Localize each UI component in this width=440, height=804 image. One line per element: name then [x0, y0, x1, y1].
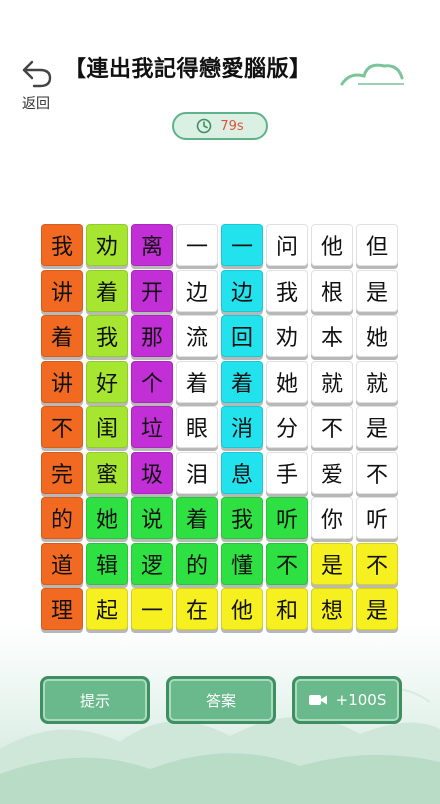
- timer-badge: 79s: [172, 112, 268, 140]
- grid-cell[interactable]: 道: [41, 542, 83, 585]
- grid-cell[interactable]: 起: [86, 588, 128, 630]
- grid-cell[interactable]: 劝: [86, 224, 128, 266]
- grid-cell[interactable]: 是: [356, 269, 398, 312]
- grid-cell[interactable]: 讲: [41, 269, 83, 312]
- grid-cell[interactable]: 她: [266, 360, 308, 403]
- grid-cell[interactable]: 手: [266, 451, 308, 494]
- timer-value: 79s: [220, 118, 244, 134]
- grid-cell[interactable]: 蜜: [86, 451, 128, 494]
- grid-cell[interactable]: 不: [356, 451, 398, 494]
- back-label: 返回: [22, 96, 50, 112]
- grid-cell[interactable]: 不: [266, 542, 308, 585]
- grid-cell[interactable]: 一: [131, 588, 173, 630]
- grid-cell[interactable]: 着: [176, 497, 218, 539]
- grid-cell[interactable]: 我: [41, 224, 83, 266]
- grid-cell[interactable]: 的: [176, 542, 218, 585]
- grid-cell[interactable]: 理: [41, 588, 83, 630]
- grid-cell[interactable]: 他: [221, 588, 263, 630]
- grid-cell[interactable]: 本: [311, 315, 353, 357]
- grid-cell[interactable]: 息: [221, 451, 263, 494]
- grid-cell[interactable]: 着: [221, 360, 263, 403]
- grid-cell[interactable]: 问: [266, 224, 308, 266]
- grid-cell[interactable]: 着: [86, 269, 128, 312]
- grid-cell[interactable]: 逻: [131, 542, 173, 585]
- page-title: 【連出我記得戀愛腦版】: [64, 57, 312, 82]
- answer-button[interactable]: 答案: [166, 676, 276, 724]
- grid-cell[interactable]: 她: [86, 497, 128, 539]
- grid-cell[interactable]: 不: [311, 406, 353, 448]
- grid-cell[interactable]: 我: [221, 497, 263, 539]
- grid-cell[interactable]: 一: [176, 224, 218, 266]
- answer-label: 答案: [205, 691, 236, 710]
- grid-cell[interactable]: 个: [131, 360, 173, 403]
- grid-cell[interactable]: 垃: [131, 406, 173, 448]
- grid-cell[interactable]: 听: [266, 497, 308, 539]
- grid-cell[interactable]: 我: [86, 315, 128, 357]
- clock-icon: [197, 118, 212, 134]
- grid-cell[interactable]: 一: [221, 224, 263, 266]
- grid-cell[interactable]: 说: [131, 497, 173, 539]
- grid-cell[interactable]: 爱: [311, 451, 353, 494]
- grid-cell[interactable]: 开: [131, 269, 173, 312]
- grid-cell[interactable]: 不: [41, 406, 83, 448]
- grid-cell[interactable]: 劝: [266, 315, 308, 357]
- word-grid: 我劝离一一问他但讲着开边边我根是着我那流回劝本她讲好个着着她就就不闺垃眼消分不是…: [41, 224, 398, 636]
- grid-cell[interactable]: 眼: [176, 406, 218, 448]
- grid-cell[interactable]: 圾: [131, 451, 173, 494]
- mountain-landscape: [0, 688, 440, 804]
- grid-cell[interactable]: 我: [266, 269, 308, 312]
- grid-cell[interactable]: 就: [311, 360, 353, 403]
- grid-cell[interactable]: 辑: [86, 542, 128, 585]
- grid-cell[interactable]: 但: [356, 224, 398, 266]
- video-bonus-button[interactable]: +100S: [292, 676, 402, 724]
- back-arrow-icon: [22, 60, 52, 88]
- grid-cell[interactable]: 边: [221, 269, 263, 312]
- cloud-decoration: [340, 63, 404, 86]
- grid-cell[interactable]: 的: [41, 497, 83, 539]
- grid-cell[interactable]: 想: [311, 588, 353, 630]
- hint-button[interactable]: 提示: [40, 676, 150, 724]
- grid-cell[interactable]: 根: [311, 269, 353, 312]
- grid-cell[interactable]: 闺: [86, 406, 128, 448]
- grid-cell[interactable]: 是: [356, 406, 398, 448]
- grid-cell[interactable]: 着: [176, 360, 218, 403]
- grid-cell[interactable]: 在: [176, 588, 218, 630]
- grid-cell[interactable]: 是: [311, 542, 353, 585]
- grid-cell[interactable]: 边: [176, 269, 218, 312]
- grid-cell[interactable]: 回: [221, 315, 263, 357]
- grid-cell[interactable]: 泪: [176, 451, 218, 494]
- grid-cell[interactable]: 离: [131, 224, 173, 266]
- grid-cell[interactable]: 分: [266, 406, 308, 448]
- grid-cell[interactable]: 好: [86, 360, 128, 403]
- grid-cell[interactable]: 不: [356, 542, 398, 585]
- grid-cell[interactable]: 她: [356, 315, 398, 357]
- grid-cell[interactable]: 你: [311, 497, 353, 539]
- grid-cell[interactable]: 和: [266, 588, 308, 630]
- grid-cell[interactable]: 流: [176, 315, 218, 357]
- grid-cell[interactable]: 讲: [41, 360, 83, 403]
- grid-cell[interactable]: 那: [131, 315, 173, 357]
- grid-cell[interactable]: 就: [356, 360, 398, 403]
- hint-label: 提示: [79, 691, 110, 710]
- grid-cell[interactable]: 着: [41, 315, 83, 357]
- grid-cell[interactable]: 听: [356, 497, 398, 539]
- grid-cell[interactable]: 他: [311, 224, 353, 266]
- grid-cell[interactable]: 是: [356, 588, 398, 630]
- grid-cell[interactable]: 完: [41, 451, 83, 494]
- grid-cell[interactable]: 消: [221, 406, 263, 448]
- grid-cell[interactable]: 懂: [221, 542, 263, 585]
- back-button[interactable]: 返回: [14, 58, 58, 112]
- video-bonus-label: +100S: [335, 691, 387, 709]
- video-camera-icon: [308, 695, 327, 705]
